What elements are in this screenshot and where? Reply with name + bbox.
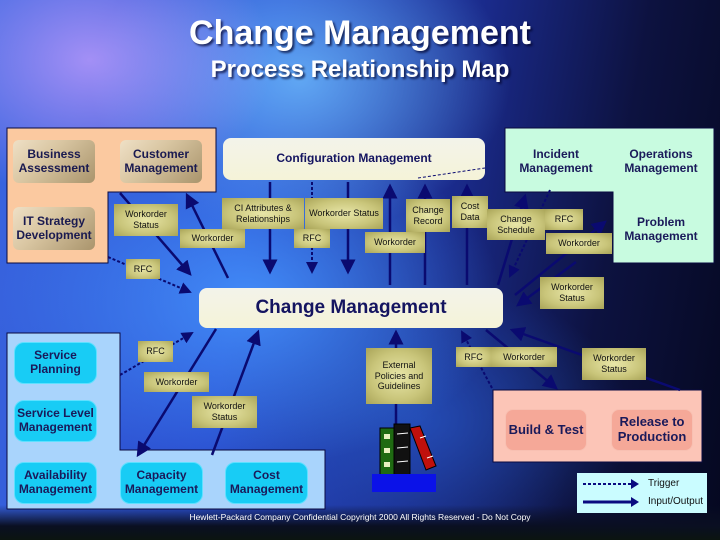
dashed-arrow-icon — [583, 479, 639, 489]
flow-label: Workorder Status — [114, 204, 178, 236]
legend-trigger: Trigger — [577, 476, 707, 492]
arrow-capacity-to-change — [210, 329, 261, 456]
flow-label: RFC — [138, 341, 173, 362]
flow-arrows — [107, 167, 681, 458]
flow-label: RFC — [294, 229, 330, 248]
trigger-config-dashed — [417, 167, 486, 179]
flow-label: Workorder Status — [305, 198, 383, 229]
flow-label: Workorder Status — [540, 277, 604, 309]
flow-label: Cost Data — [452, 196, 488, 228]
flow-label: Workorder Status — [192, 396, 257, 428]
flow-label: Change Record — [406, 199, 450, 232]
footer-copyright: Hewlett-Packard Company Confidential Cop… — [189, 512, 531, 522]
legend-input-output: Input/Output — [577, 494, 707, 510]
flow-label: CI Attributes & Relationships — [222, 198, 304, 229]
flow-label: Workorder — [144, 372, 209, 392]
flow-label: Workorder Status — [582, 348, 646, 380]
flow-label: RFC — [126, 259, 160, 279]
flow-label: RFC — [456, 347, 491, 367]
books-icon — [379, 423, 437, 477]
flow-label: External Policies and Guidelines — [366, 348, 432, 404]
flow-label: Workorder — [180, 229, 245, 248]
solid-arrow-icon — [583, 497, 639, 507]
flow-label: Workorder — [491, 347, 557, 367]
legend-input-output-label: Input/Output — [648, 496, 704, 507]
flow-label: Workorder — [546, 233, 612, 254]
flow-label: Workorder — [365, 232, 425, 253]
legend-trigger-label: Trigger — [648, 478, 680, 489]
flow-label: RFC — [545, 209, 583, 230]
flow-label: Change Schedule — [487, 209, 545, 240]
legend: Trigger Input/Output — [577, 473, 707, 513]
books-label — [372, 474, 436, 492]
